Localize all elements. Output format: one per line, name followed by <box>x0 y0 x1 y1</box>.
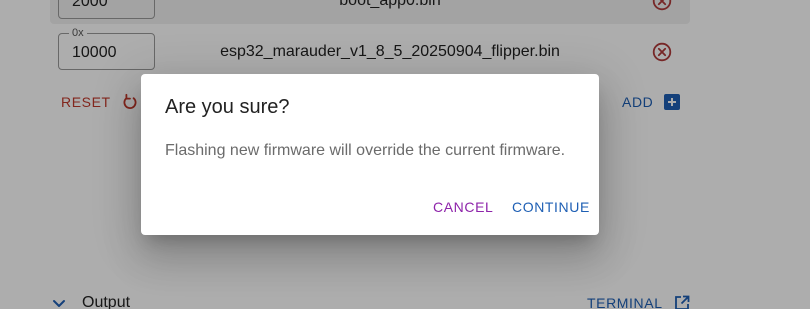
continue-button[interactable]: CONTINUE <box>512 198 590 216</box>
confirm-dialog: Are you sure? Flashing new firmware will… <box>141 74 599 235</box>
flasher-page: 0x 2000 boot_app0.bin 0x 10000 esp32_mar… <box>0 0 810 309</box>
dialog-title: Are you sure? <box>165 96 290 118</box>
cancel-button[interactable]: CANCEL <box>433 198 493 216</box>
dialog-message: Flashing new firmware will override the … <box>165 142 566 159</box>
